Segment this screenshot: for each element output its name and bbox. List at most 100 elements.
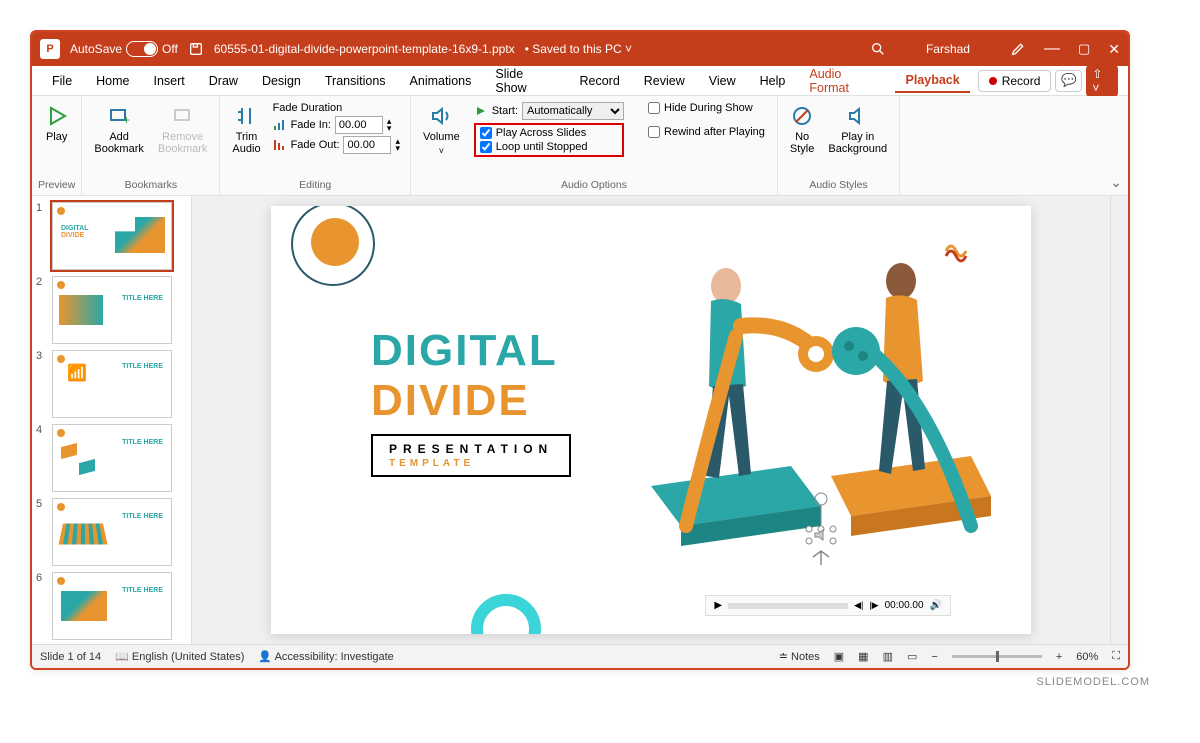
play-across-label: Play Across Slides — [496, 127, 586, 139]
record-dot-icon — [989, 77, 997, 85]
tab-review[interactable]: Review — [634, 70, 695, 92]
loop-checkbox[interactable] — [480, 141, 492, 153]
fadeout-label: Fade Out: — [291, 139, 340, 151]
fadein-input[interactable] — [335, 116, 383, 134]
tab-playback[interactable]: Playback — [895, 69, 969, 93]
minimize-icon[interactable]: — — [1044, 40, 1060, 58]
tab-help[interactable]: Help — [750, 70, 796, 92]
record-button[interactable]: Record — [978, 70, 1052, 92]
remove-bookmark-button: Remove Bookmark — [152, 100, 214, 159]
slide-counter[interactable]: Slide 1 of 14 — [40, 651, 101, 663]
player-track[interactable] — [728, 603, 848, 609]
prev-icon[interactable]: ◀| — [854, 600, 863, 611]
thumbnail-2[interactable]: 2TITLE HERE — [36, 276, 187, 344]
chevron-down-icon: ˅ — [439, 146, 444, 156]
close-icon[interactable]: ✕ — [1108, 41, 1120, 58]
thumbnail-5[interactable]: 5TITLE HERE — [36, 498, 187, 566]
start-label: Start: — [492, 105, 518, 117]
slide[interactable]: DIGITALDIVIDE PRESENTATIONTEMPLATE — [271, 206, 1031, 634]
normal-view-icon[interactable]: ▣ — [834, 650, 844, 663]
group-preview: Preview — [38, 177, 75, 191]
add-bookmark-button[interactable]: + Add Bookmark — [88, 100, 150, 159]
tab-draw[interactable]: Draw — [199, 70, 248, 92]
tab-record[interactable]: Record — [569, 70, 629, 92]
group-audio-styles: Audio Styles — [809, 177, 867, 191]
pen-icon[interactable] — [1010, 41, 1026, 57]
statusbar: Slide 1 of 14 📖 English (United States) … — [32, 644, 1128, 668]
tab-insert[interactable]: Insert — [144, 70, 195, 92]
tab-view[interactable]: View — [699, 70, 746, 92]
rewind-checkbox[interactable] — [648, 126, 660, 138]
player-time: 00:00.00 — [885, 600, 924, 611]
thumbnail-4[interactable]: 4TITLE HERE — [36, 424, 187, 492]
audio-player[interactable]: ▶ ◀| |▶ 00:00.00 🔊 — [705, 595, 951, 616]
next-icon[interactable]: |▶ — [869, 600, 878, 611]
zoom-in-icon[interactable]: + — [1056, 651, 1062, 663]
accessibility-indicator[interactable]: 👤 Accessibility: Investigate — [258, 650, 393, 663]
comments-button[interactable]: 💬 — [1055, 70, 1082, 92]
volume-button[interactable]: Volume ˅ — [417, 100, 466, 160]
file-name: 60555-01-digital-divide-powerpoint-templ… — [214, 42, 515, 56]
maximize-icon[interactable]: ▢ — [1078, 41, 1090, 57]
tab-home[interactable]: Home — [86, 70, 139, 92]
save-state[interactable]: • Saved to this PC ˅ — [525, 42, 632, 56]
autosave-label: AutoSave — [70, 42, 122, 56]
language-indicator[interactable]: 📖 English (United States) — [115, 650, 244, 663]
audio-object[interactable] — [791, 489, 851, 574]
tab-animations[interactable]: Animations — [400, 70, 482, 92]
decor-circle-teal — [471, 594, 541, 634]
slide-canvas[interactable]: DIGITALDIVIDE PRESENTATIONTEMPLATE — [192, 196, 1110, 644]
vertical-scrollbar[interactable] — [1110, 196, 1128, 644]
rewind-label: Rewind after Playing — [664, 126, 765, 138]
start-icon — [474, 104, 488, 118]
thumbnail-3[interactable]: 3📶TITLE HERE — [36, 350, 187, 418]
menubar: File Home Insert Draw Design Transitions… — [32, 66, 1128, 96]
powerpoint-icon: P — [40, 39, 60, 59]
play-button[interactable]: Play — [39, 100, 75, 147]
tab-slideshow[interactable]: Slide Show — [485, 63, 565, 99]
zoom-level[interactable]: 60% — [1076, 651, 1098, 663]
volume-icon[interactable]: 🔊 — [930, 600, 942, 611]
autosave-toggle[interactable]: AutoSave Off — [70, 41, 178, 57]
share-button[interactable]: ⇧ ˅ — [1086, 65, 1118, 97]
play-background-button[interactable]: Play in Background — [822, 100, 893, 159]
no-style-button[interactable]: No Style — [784, 100, 820, 159]
decor-circle-outline — [291, 206, 375, 286]
collapse-ribbon-icon[interactable]: ⌄ — [1110, 174, 1122, 191]
play-icon[interactable]: ▶ — [714, 600, 722, 611]
fadein-icon — [273, 117, 287, 134]
notes-button[interactable]: ≐ Notes — [779, 650, 820, 663]
fade-duration-label: Fade Duration — [273, 102, 400, 114]
trim-audio-button[interactable]: Trim Audio — [226, 100, 266, 159]
slideshow-view-icon[interactable]: ▭ — [907, 650, 917, 663]
group-editing: Editing — [299, 177, 331, 191]
zoom-slider[interactable] — [952, 655, 1042, 658]
tab-audioformat[interactable]: Audio Format — [799, 63, 891, 99]
save-icon[interactable] — [188, 41, 204, 57]
zoom-out-icon[interactable]: − — [931, 651, 937, 663]
fit-window-icon[interactable]: ⛶ — [1112, 650, 1120, 663]
user-name[interactable]: Farshad — [926, 42, 970, 56]
autosave-state: Off — [162, 42, 178, 56]
tab-design[interactable]: Design — [252, 70, 311, 92]
fadein-spinner[interactable]: ▴▾ — [387, 118, 392, 132]
thumbnail-6[interactable]: 6TITLE HERE — [36, 572, 187, 640]
thumbnail-pane[interactable]: 1DIGITALDIVIDE 2TITLE HERE 3📶TITLE HERE … — [32, 196, 192, 644]
reading-view-icon[interactable]: ▥ — [883, 650, 893, 663]
fadeout-spinner[interactable]: ▴▾ — [395, 138, 400, 152]
sorter-view-icon[interactable]: ▦ — [858, 650, 868, 663]
fadein-label: Fade In: — [291, 119, 331, 131]
toggle-pill[interactable] — [126, 41, 158, 57]
group-bookmarks: Bookmarks — [125, 177, 178, 191]
thumbnail-1[interactable]: 1DIGITALDIVIDE — [36, 202, 187, 270]
slide-title: DIGITALDIVIDE — [371, 326, 558, 426]
workspace: 1DIGITALDIVIDE 2TITLE HERE 3📶TITLE HERE … — [32, 196, 1128, 644]
start-select[interactable]: Automatically — [522, 102, 624, 120]
tab-file[interactable]: File — [42, 70, 82, 92]
tab-transitions[interactable]: Transitions — [315, 70, 396, 92]
highlighted-options: Play Across Slides Loop until Stopped — [474, 123, 624, 157]
hide-checkbox[interactable] — [648, 102, 660, 114]
play-across-checkbox[interactable] — [480, 127, 492, 139]
search-icon[interactable] — [870, 41, 886, 57]
fadeout-input[interactable] — [343, 136, 391, 154]
